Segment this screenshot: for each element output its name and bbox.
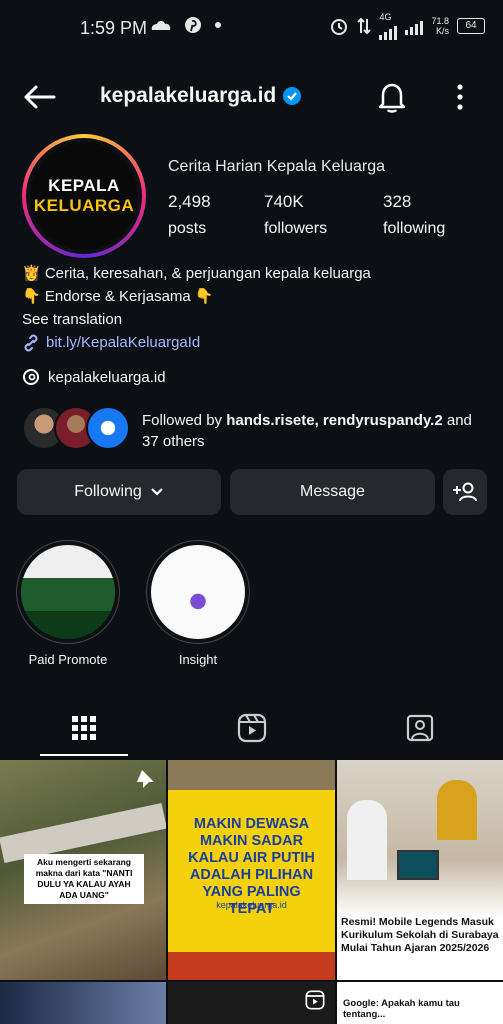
reels-icon: [237, 713, 266, 743]
post-watermark: kepalakeluarga.id: [216, 900, 287, 910]
network-type: 4G: [379, 12, 392, 22]
avatar-logo-line1: KEPALA: [48, 176, 120, 195]
mutual-followers-avatars[interactable]: [22, 406, 130, 450]
threads-badge[interactable]: kepalakeluarga.id: [22, 368, 166, 386]
battery-icon: 64: [457, 18, 485, 34]
cloud-icon: [151, 21, 171, 30]
suggested-accounts-button[interactable]: [443, 469, 487, 515]
back-arrow-icon[interactable]: [22, 84, 56, 110]
message-button[interactable]: Message: [230, 469, 435, 515]
tab-tagged[interactable]: [336, 700, 503, 756]
highlight-insight[interactable]: Insight: [146, 540, 250, 667]
tab-reels[interactable]: [168, 700, 335, 756]
avatar: [86, 406, 130, 450]
posts-count[interactable]: 2,498 posts: [168, 192, 211, 238]
alarm-icon: [331, 19, 348, 35]
network-speed: 71.8 K/s: [431, 16, 449, 36]
following-button[interactable]: Following: [17, 469, 221, 515]
status-time: 1:59 PM: [80, 18, 148, 38]
status-right-icons: 4G 71.8 K/s 64: [329, 12, 485, 40]
pinterest-icon: [185, 17, 201, 33]
signal-2-icon: [405, 17, 424, 35]
post-image-detail: [397, 850, 439, 880]
pin-icon: [137, 770, 154, 788]
threads-icon: [23, 369, 39, 385]
bio-line: 👸 Cerita, keresahan, & perjuangan kepala…: [22, 265, 371, 282]
status-left-icons: [150, 16, 222, 34]
post-thumbnail[interactable]: [0, 982, 166, 1024]
following-count[interactable]: 328 following: [383, 192, 445, 238]
bio-link-text[interactable]: bit.ly/KepalaKeluargaId: [46, 331, 200, 354]
highlight-paid-promote[interactable]: Paid Promote: [16, 540, 120, 667]
grid-icon: [71, 716, 96, 740]
more-options-icon[interactable]: [450, 82, 470, 112]
profile-avatar[interactable]: KEPALA KELUARGA: [22, 134, 146, 258]
post-image-detail: [437, 780, 477, 840]
profile-tabs: [0, 700, 503, 756]
signal-icon: [379, 22, 398, 40]
verified-badge-icon: [283, 87, 301, 105]
post-image-detail: [168, 952, 335, 980]
post-caption: Aku mengerti sekarang makna dari kata "N…: [24, 854, 144, 904]
post-caption: Resmi! Mobile Legends Masuk Kurikulum Se…: [341, 916, 499, 954]
post-caption: Google: Apakah kamu tau tentang...: [343, 998, 460, 1020]
chevron-down-icon: [151, 488, 163, 496]
notification-dot-icon: [215, 22, 221, 28]
username: kepalakeluarga.id: [100, 84, 277, 107]
bio-link[interactable]: bit.ly/KepalaKeluargaId: [22, 331, 371, 354]
bell-icon[interactable]: [376, 80, 408, 114]
tagged-person-icon: [406, 714, 433, 742]
profile-header: kepalakeluarga.id: [0, 72, 503, 124]
post-image-detail: [347, 800, 387, 880]
bio: 👸 Cerita, keresahan, & perjuangan kepala…: [22, 262, 371, 354]
followed-by-text[interactable]: Followed by hands.risete, rendyruspandy.…: [142, 410, 492, 452]
link-icon: [24, 334, 38, 351]
post-thumbnail[interactable]: [168, 982, 335, 1024]
post-thumbnail[interactable]: Google: Apakah kamu tau tentang...: [337, 982, 503, 1024]
post-thumbnail[interactable]: Resmi! Mobile Legends Masuk Kurikulum Se…: [337, 760, 503, 980]
bio-line: 👇 Endorse & Kerjasama 👇: [22, 288, 214, 305]
post-thumbnail[interactable]: Aku mengerti sekarang makna dari kata "N…: [0, 760, 166, 980]
avatar-logo-line2: KELUARGA: [33, 196, 135, 215]
data-transfer-icon: [357, 17, 372, 35]
tab-posts[interactable]: [0, 700, 167, 756]
post-image-detail: [168, 760, 335, 790]
threads-handle: kepalakeluarga.id: [48, 368, 166, 386]
reel-indicator-icon: [305, 990, 325, 1010]
full-name: Cerita Harian Kepala Keluarga: [168, 158, 386, 175]
post-thumbnail[interactable]: MAKIN DEWASA MAKIN SADAR KALAU AIR PUTIH…: [168, 760, 335, 980]
see-translation-link[interactable]: See translation: [22, 308, 371, 331]
followers-count[interactable]: 740K followers: [264, 192, 327, 238]
add-person-icon: [453, 482, 477, 502]
status-bar: 1:59 PM 4G 71.8 K/s 64: [0, 0, 503, 58]
